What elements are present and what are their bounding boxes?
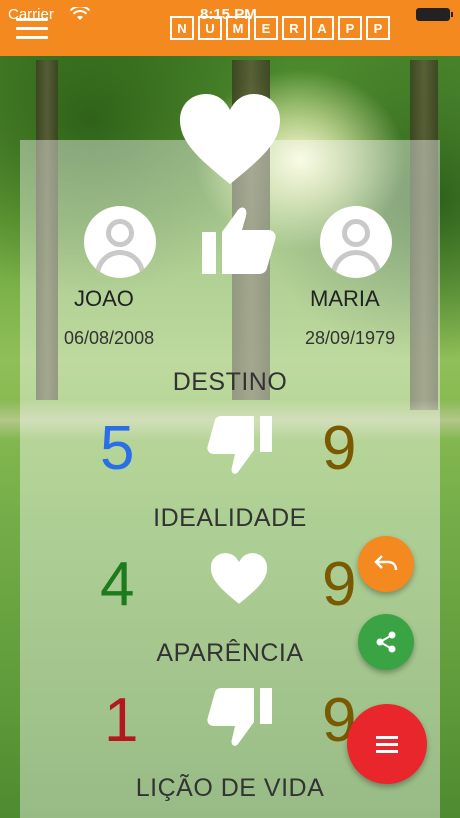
person2-value: 9	[322, 414, 357, 483]
heart-icon	[210, 553, 268, 604]
battery-icon	[416, 8, 453, 21]
person1-name: JOAO	[74, 286, 134, 311]
person1-value: 1	[104, 686, 139, 755]
logo-letter: E	[254, 16, 278, 40]
logo-letter: U	[198, 16, 222, 40]
thumbs-down-icon	[207, 688, 272, 746]
thumbs-up-icon	[202, 207, 276, 274]
section-title-idealidade: IDEALIDADE	[153, 504, 307, 532]
big-heart-icon	[180, 94, 280, 184]
hamburger-menu-button[interactable]	[16, 18, 48, 40]
undo-icon	[374, 555, 398, 571]
app-logo: N U M E R A P P	[170, 16, 390, 40]
person2-birthdate: 28/09/1979	[305, 328, 396, 348]
logo-letter: M	[226, 16, 250, 40]
person2-value: 9	[322, 550, 357, 619]
person1-value: 5	[100, 414, 135, 483]
person2-name: MARIA	[310, 286, 380, 311]
person1-value: 4	[100, 550, 135, 619]
undo-button[interactable]	[358, 536, 414, 592]
logo-letter: A	[310, 16, 334, 40]
person2-avatar-icon	[320, 206, 392, 278]
menu-icon	[376, 736, 398, 753]
share-icon	[376, 631, 396, 653]
person1-avatar-icon	[84, 206, 156, 278]
logo-letter: R	[282, 16, 306, 40]
person1-birthdate: 06/08/2008	[64, 328, 155, 348]
thumbs-down-icon	[207, 416, 272, 474]
wifi-icon	[70, 7, 90, 20]
logo-letter: P	[338, 16, 362, 40]
section-title-destino: DESTINO	[172, 368, 288, 396]
logo-letter: N	[170, 16, 194, 40]
share-button[interactable]	[358, 614, 414, 670]
app-bar: Carrier 8:15 PM N U M E R A P P	[0, 0, 460, 56]
menu-button[interactable]	[347, 704, 427, 784]
logo-letter: P	[366, 16, 390, 40]
